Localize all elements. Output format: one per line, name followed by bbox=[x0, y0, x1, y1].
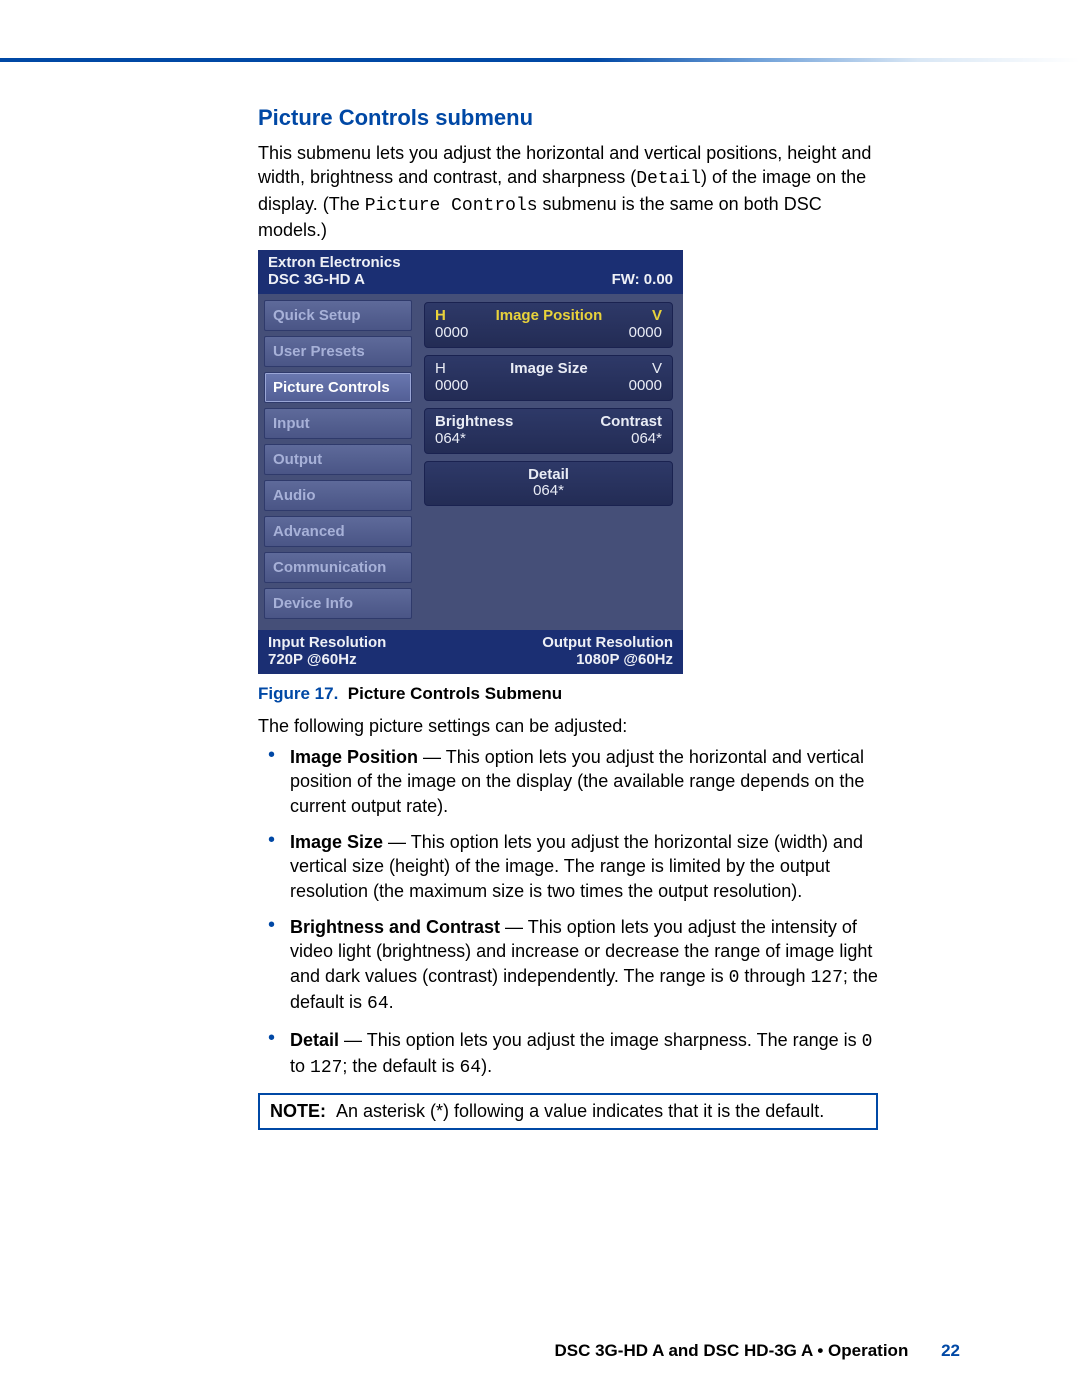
figure-title: Picture Controls Submenu bbox=[348, 684, 562, 703]
intro-mono-2: Picture Controls bbox=[365, 196, 538, 216]
input-res-val: 720P @60Hz bbox=[268, 651, 386, 668]
list-item: Image Position — This option lets you ad… bbox=[258, 745, 878, 818]
imgsize-v-val: 0000 bbox=[629, 377, 662, 394]
panel-image-size[interactable]: H Image Size V 0000 0000 bbox=[424, 355, 673, 401]
osd-menu-item[interactable]: Advanced bbox=[264, 516, 412, 547]
panel-detail[interactable]: Detail 064* bbox=[424, 461, 673, 506]
output-res-val: 1080P @60Hz bbox=[542, 651, 673, 668]
list-item: Image Size — This option lets you adjust… bbox=[258, 830, 878, 903]
settings-list: Image Position — This option lets you ad… bbox=[258, 745, 878, 1081]
contrast-val: 064* bbox=[631, 430, 662, 447]
imgsize-h-label: H bbox=[435, 360, 446, 377]
imgsize-h-val: 0000 bbox=[435, 377, 468, 394]
contrast-label: Contrast bbox=[600, 413, 662, 430]
osd-main: H Image Position V 0000 0000 H bbox=[418, 294, 683, 630]
brightness-label: Brightness bbox=[435, 413, 513, 430]
osd-menu-item[interactable]: Output bbox=[264, 444, 412, 475]
note-label: NOTE: bbox=[270, 1101, 326, 1121]
osd-header: Extron Electronics DSC 3G-HD A FW: 0.00 bbox=[258, 250, 683, 294]
following-text: The following picture settings can be ad… bbox=[258, 716, 878, 737]
osd-footer: Input Resolution 720P @60Hz Output Resol… bbox=[258, 630, 683, 674]
imgsize-title: Image Size bbox=[510, 360, 588, 377]
footer-page-number: 22 bbox=[941, 1341, 960, 1360]
content: Picture Controls submenu This submenu le… bbox=[258, 105, 878, 1130]
osd-model: DSC 3G-HD A bbox=[268, 271, 365, 288]
imgpos-v-val: 0000 bbox=[629, 324, 662, 341]
list-item: Detail — This option lets you adjust the… bbox=[258, 1028, 878, 1081]
input-res-label: Input Resolution bbox=[268, 634, 386, 651]
imgpos-title: Image Position bbox=[496, 307, 603, 324]
osd-sidebar: Quick Setup User Presets Picture Controls I… bbox=[258, 294, 418, 630]
brightness-val: 064* bbox=[435, 430, 466, 447]
output-res-label: Output Resolution bbox=[542, 634, 673, 651]
osd-menu-item[interactable]: User Presets bbox=[264, 336, 412, 367]
osd-menu-item[interactable]: Input bbox=[264, 408, 412, 439]
intro-mono-1: Detail bbox=[636, 169, 701, 189]
list-item: Brightness and Contrast — This option le… bbox=[258, 915, 878, 1016]
panel-image-position[interactable]: H Image Position V 0000 0000 bbox=[424, 302, 673, 348]
detail-title: Detail bbox=[435, 466, 662, 483]
page: Picture Controls submenu This submenu le… bbox=[0, 0, 1080, 1397]
imgpos-h-val: 0000 bbox=[435, 324, 468, 341]
panel-brightness-contrast[interactable]: Brightness Contrast 064* 064* bbox=[424, 408, 673, 454]
figure-caption: Figure 17. Picture Controls Submenu bbox=[258, 684, 878, 704]
osd-menu-item[interactable]: Device Info bbox=[264, 588, 412, 619]
osd-screenshot: Extron Electronics DSC 3G-HD A FW: 0.00 … bbox=[258, 250, 683, 674]
note-text: An asterisk (*) following a value indica… bbox=[336, 1101, 824, 1121]
intro-paragraph: This submenu lets you adjust the horizon… bbox=[258, 141, 878, 242]
imgpos-v-label: V bbox=[652, 307, 662, 324]
osd-body: Quick Setup User Presets Picture Controls I… bbox=[258, 294, 683, 630]
osd-fw: FW: 0.00 bbox=[612, 271, 673, 288]
page-footer: DSC 3G-HD A and DSC HD-3G A • Operation … bbox=[554, 1341, 960, 1361]
detail-val: 064* bbox=[435, 482, 662, 499]
imgsize-v-label: V bbox=[652, 360, 662, 377]
osd-menu-item[interactable]: Communication bbox=[264, 552, 412, 583]
figure-number: Figure 17. bbox=[258, 684, 338, 703]
imgpos-h-label: H bbox=[435, 307, 446, 324]
osd-brand: Extron Electronics bbox=[268, 254, 673, 271]
osd-menu-item[interactable]: Picture Controls bbox=[264, 372, 412, 403]
footer-text: DSC 3G-HD A and DSC HD-3G A • Operation bbox=[554, 1341, 908, 1360]
osd-menu-item[interactable]: Audio bbox=[264, 480, 412, 511]
page-top-rule bbox=[0, 58, 1080, 62]
section-heading: Picture Controls submenu bbox=[258, 105, 878, 131]
osd-menu-item[interactable]: Quick Setup bbox=[264, 300, 412, 331]
note-box: NOTE: An asterisk (*) following a value … bbox=[258, 1093, 878, 1130]
